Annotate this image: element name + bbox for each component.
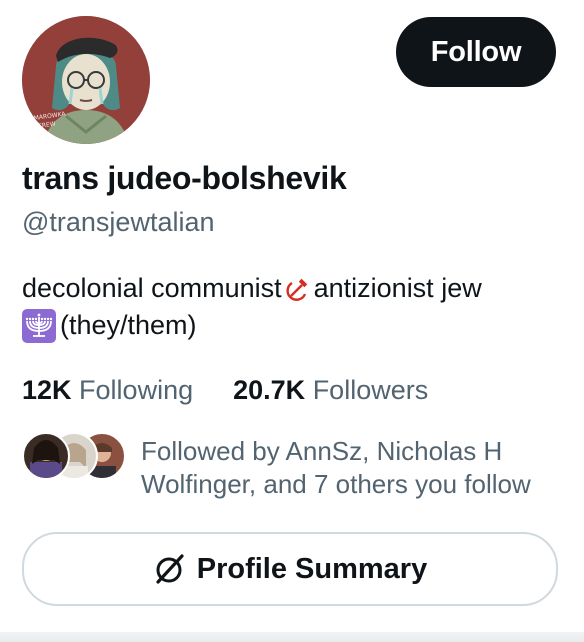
- bio-text-1: decolonial communist: [22, 273, 282, 303]
- bio-line-2: (they/them): [22, 307, 567, 344]
- bio-pronouns: (they/them): [60, 310, 197, 340]
- follow-button[interactable]: Follow: [396, 17, 556, 87]
- avatar-illustration-icon: MAROWKA CREW: [22, 16, 150, 144]
- profile-summary-button[interactable]: Profile Summary: [22, 532, 558, 606]
- card-bottom-edge: [0, 632, 584, 642]
- avatar: [22, 432, 70, 480]
- bio-line-1: decolonial communist antizionist jew: [22, 270, 567, 307]
- following-label: Following: [79, 375, 194, 405]
- grok-slash-circle-icon: [156, 554, 184, 584]
- profile-summary-label: Profile Summary: [196, 552, 428, 585]
- menorah-icon: [22, 308, 56, 343]
- followed-by-text[interactable]: Followed by AnnSz, Nicholas H Wolfinger,…: [141, 435, 561, 501]
- follow-button-label: Follow: [430, 35, 522, 68]
- followers-label: Followers: [312, 375, 429, 405]
- stats-row: 12K Following 20.7K Followers: [22, 375, 468, 406]
- avatar[interactable]: MAROWKA CREW: [22, 16, 150, 144]
- handle[interactable]: @transjewtalian: [22, 207, 215, 238]
- bio: decolonial communist antizionist jew (th…: [22, 270, 567, 344]
- following-count: 12K: [22, 375, 72, 405]
- profile-hover-card: MAROWKA CREW Follow trans judeo-bolshevi…: [0, 0, 584, 642]
- followers-link[interactable]: 20.7K Followers: [233, 375, 428, 406]
- display-name[interactable]: trans judeo-bolshevik: [22, 160, 347, 197]
- hammer-sickle-icon: [286, 278, 307, 301]
- following-link[interactable]: 12K Following: [22, 375, 193, 406]
- bio-text-2: antizionist jew: [313, 273, 482, 303]
- followers-count: 20.7K: [233, 375, 306, 405]
